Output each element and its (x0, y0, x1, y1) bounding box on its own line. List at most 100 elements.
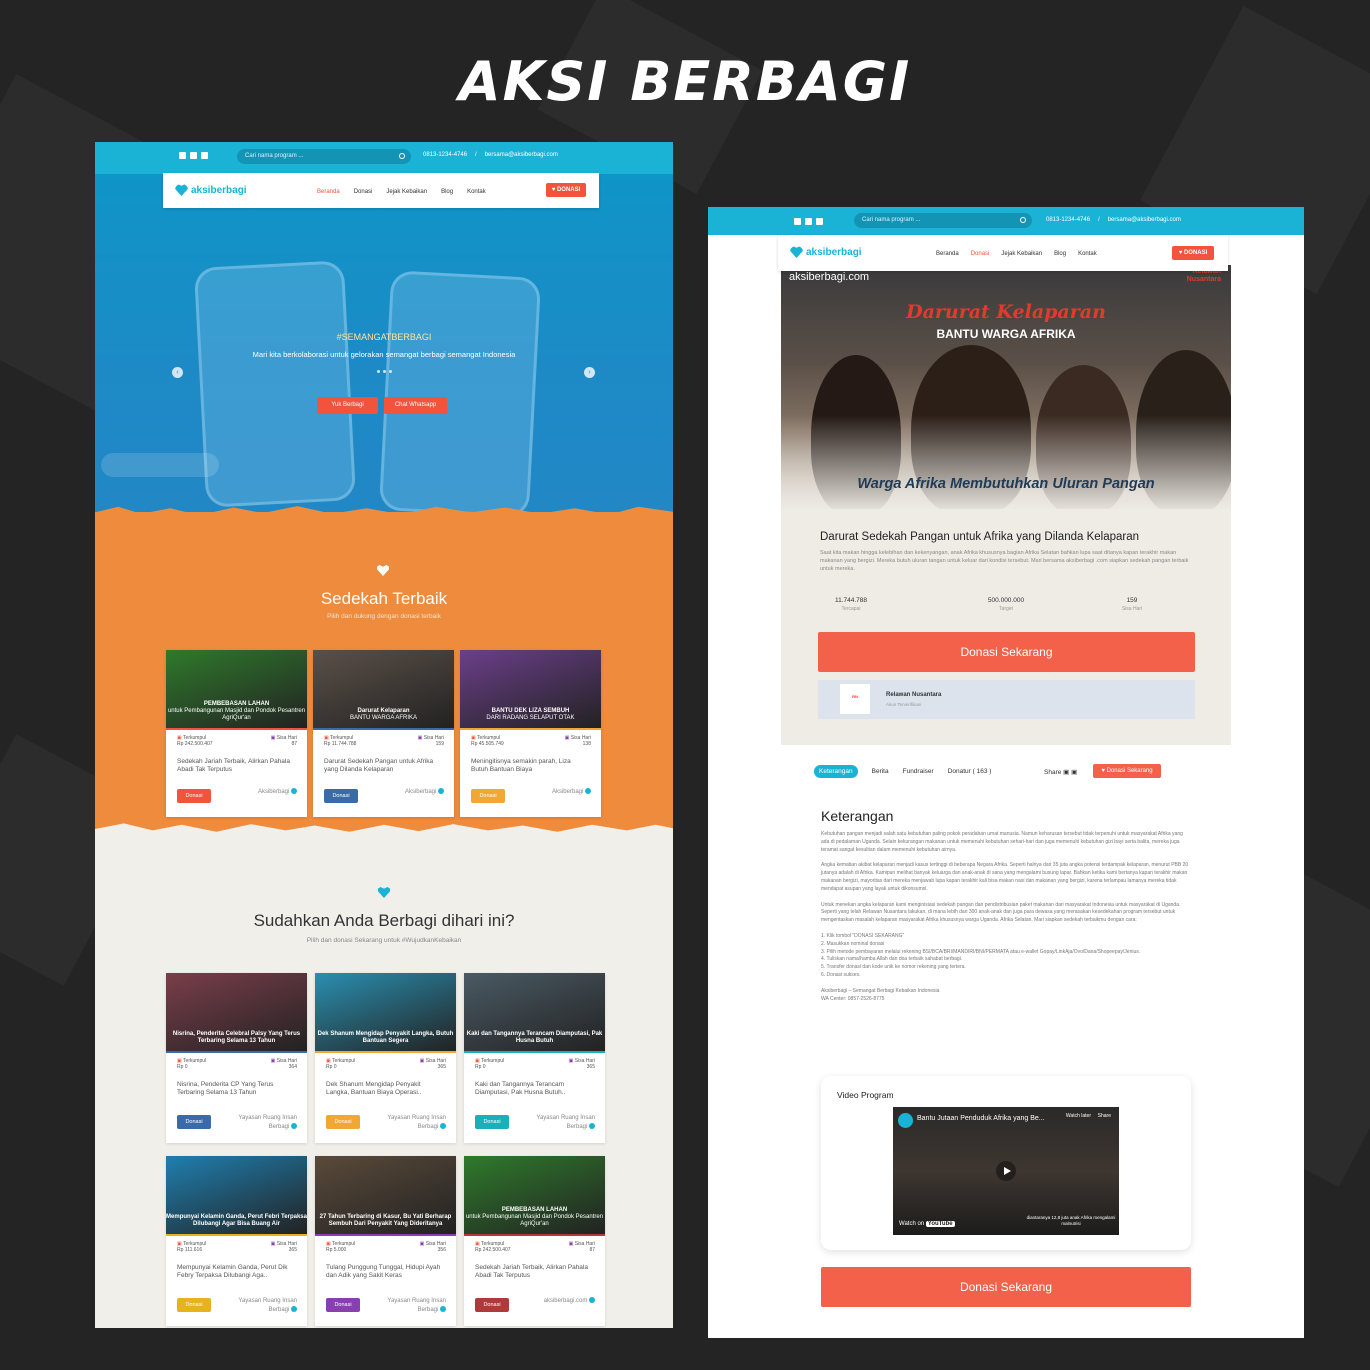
donasi-button[interactable]: ♥ DONASI (1172, 246, 1214, 260)
card-image[interactable]: Dek Shanum Mengidap Penyakit Langka, But… (315, 973, 456, 1051)
hero-subtitle: Mari kita berkolaborasi untuk gelorakan … (252, 350, 516, 359)
card-image-caption: Mempunyai Kelamin Ganda, Perut Febri Ter… (166, 1214, 307, 1227)
card-meta: ▣ Terkumpul Rp 45.505.749 ▣ Sisa Hari 138 (471, 735, 591, 747)
search-icon[interactable] (399, 153, 405, 159)
nav-jejak-kebaikan[interactable]: Jejak Kebaikan (1001, 251, 1042, 257)
search-input[interactable]: Cari nama program ... (237, 149, 411, 164)
youtube-video[interactable]: Bantu Jutaan Penduduk Afrika yang Be... … (893, 1107, 1119, 1235)
whatsapp-icon[interactable] (201, 152, 208, 159)
donation-card[interactable]: Mempunyai Kelamin Ganda, Perut Febri Ter… (166, 1156, 307, 1326)
donasi-card-button[interactable]: Donasi (471, 789, 505, 803)
card-image[interactable]: Darurat Kelaparan BANTU WARGA AFRIKA (313, 650, 454, 728)
card-title[interactable]: Meningitisnya semakin parah, Liza Butuh … (471, 758, 589, 774)
instruction-step: 4. Tuliskan nama/hamba Allah dan doa ter… (821, 956, 963, 963)
detail-page-screenshot: Cari nama program ... 0813-1234-4746/ber… (708, 207, 1304, 1338)
facebook-icon[interactable] (179, 152, 186, 159)
nav-blog[interactable]: Blog (1054, 251, 1066, 257)
facebook-icon[interactable] (794, 218, 801, 225)
card-title[interactable]: Dek Shanum Mengidap Penyakit Langka, Ban… (326, 1081, 444, 1097)
donasi-card-button[interactable]: Donasi (177, 1115, 211, 1129)
card-title[interactable]: Mempunyai Kelamin Ganda, Perut Dik Febry… (177, 1264, 295, 1280)
donasi-card-button[interactable]: Donasi (324, 789, 358, 803)
slider-dots[interactable] (377, 370, 392, 373)
donasi-card-button[interactable]: Donasi (177, 789, 211, 803)
instagram-icon[interactable] (805, 218, 812, 225)
nav-kontak[interactable]: Kontak (1078, 251, 1097, 257)
donation-card[interactable]: 27 Tahun Terbaring di Kasur, Bu Yati Ber… (315, 1156, 456, 1326)
tab-berita[interactable]: Berita (872, 768, 889, 775)
card-image[interactable]: PEMBEBASAN LAHAN untuk Pembangunan Masjid… (464, 1156, 605, 1234)
card-accent-bar (464, 1234, 605, 1236)
next-arrow-icon[interactable]: › (584, 367, 595, 378)
tab-fundraiser[interactable]: Fundraiser (903, 768, 934, 775)
card-meta: ▣ Terkumpul Rp 5.000 ▣ Sisa Hari 356 (326, 1241, 446, 1253)
donasi-sekarang-button[interactable]: Donasi Sekarang (818, 632, 1195, 672)
nav-jejak-kebaikan[interactable]: Jejak Kebaikan (386, 189, 427, 195)
nav-beranda[interactable]: Beranda (936, 251, 959, 257)
email-text: bersama@aksiberbagi.com (484, 152, 558, 158)
donation-card[interactable]: Kaki dan Tangannya Terancam Diamputasi, … (464, 973, 605, 1143)
card-image[interactable]: Mempunyai Kelamin Ganda, Perut Febri Ter… (166, 1156, 307, 1234)
top-bar: Cari nama program ... 0813-1234-4746/ber… (708, 207, 1304, 235)
donasi-button[interactable]: ♥ DONASI (546, 183, 586, 197)
card-title[interactable]: Sedekah Jariah Terbaik, Alirkan Pahala A… (475, 1264, 593, 1280)
card-organizer: Yayasan Ruang Insan Berbagi (238, 1115, 297, 1130)
play-icon[interactable] (996, 1161, 1016, 1181)
prev-arrow-icon[interactable]: ‹ (172, 367, 183, 378)
watch-on-youtube[interactable]: Watch on YouTube (899, 1221, 955, 1227)
organizer-card[interactable]: RN Relawan Nusantara Akun Terverifikasi (818, 680, 1195, 719)
card-image[interactable]: Kaki dan Tangannya Terancam Diamputasi, … (464, 973, 605, 1051)
nav-donasi[interactable]: Donasi (971, 251, 990, 257)
tab-donatur[interactable]: Donatur ( 163 ) (948, 768, 992, 775)
donation-card[interactable]: PEMBEBASAN LAHAN untuk Pembangunan Masjid… (464, 1156, 605, 1326)
main-nav: aksiberbagi Beranda Donasi Jejak Kebaikan B… (163, 173, 599, 208)
site-logo[interactable]: aksiberbagi (175, 184, 247, 196)
nav-beranda[interactable]: Beranda (317, 189, 340, 195)
card-organizer: aksiberbagi.com (525, 1297, 595, 1306)
donasi-card-button[interactable]: Donasi (326, 1298, 360, 1312)
nav-blog[interactable]: Blog (441, 189, 453, 195)
donation-card[interactable]: Nisrina, Penderita Celebral Palsy Yang T… (166, 973, 307, 1143)
donation-card[interactable]: PEMBEBASAN LAHAN untuk Pembangunan Masjid… (166, 650, 307, 817)
organizer-status: Akun Terverifikasi (886, 702, 922, 707)
card-title[interactable]: Nisrina, Penderita CP Yang Terus Terbari… (177, 1081, 295, 1097)
search-input[interactable]: Cari nama program ... (854, 213, 1032, 228)
donation-card[interactable]: BANTU DEK LIZA SEMBUH DARI RADANG SELAPUT… (460, 650, 601, 817)
instagram-icon[interactable] (190, 152, 197, 159)
nav-kontak[interactable]: Kontak (467, 189, 486, 195)
donation-card[interactable]: Darurat Kelaparan BANTU WARGA AFRIKA ▣ Ter… (313, 650, 454, 817)
card-image[interactable]: PEMBEBASAN LAHAN untuk Pembangunan Masjid… (166, 650, 307, 728)
share-icon[interactable]: Share (1098, 1113, 1111, 1119)
section-title: Sudahkan Anda Berbagi dihari ini? (253, 911, 515, 930)
whatsapp-widget[interactable] (101, 453, 219, 477)
card-title[interactable]: Sedekah Jariah Terbaik, Alirkan Pahala A… (177, 758, 295, 774)
homepage-screenshot: #SEMANGATBERBAGI Mari kita berkolaborasi… (95, 142, 673, 1328)
donasi-card-button[interactable]: Donasi (475, 1115, 509, 1129)
search-icon[interactable] (1020, 217, 1026, 223)
watch-later-icon[interactable]: Watch later (1066, 1113, 1091, 1119)
donation-card[interactable]: Dek Shanum Mengidap Penyakit Langka, But… (315, 973, 456, 1143)
card-meta: ▣ Terkumpul Rp 0 ▣ Sisa Hari 365 (475, 1058, 595, 1070)
nav-donasi[interactable]: Donasi (354, 189, 373, 195)
donasi-card-button[interactable]: Donasi (177, 1298, 211, 1312)
card-image[interactable]: 27 Tahun Terbaring di Kasur, Bu Yati Ber… (315, 1156, 456, 1234)
whatsapp-icon[interactable] (816, 218, 823, 225)
card-organizer: Yayasan Ruang Insan Berbagi (387, 1298, 446, 1313)
chat-whatsapp-button[interactable]: Chat Whatsapp (384, 397, 447, 414)
site-logo[interactable]: aksiberbagi (790, 246, 862, 258)
twitter-share-icon[interactable]: ▣ (1071, 769, 1077, 776)
card-title[interactable]: Kaki dan Tangannya Terancam Diamputasi, … (475, 1081, 593, 1097)
card-image-caption: Nisrina, Penderita Celebral Palsy Yang T… (172, 1031, 301, 1044)
yuk-berbagi-button[interactable]: Yuk Berbagi (317, 397, 378, 414)
card-image[interactable]: BANTU DEK LIZA SEMBUH DARI RADANG SELAPUT… (460, 650, 601, 728)
facebook-share-icon[interactable]: ▣ (1063, 769, 1069, 776)
video-heading: Video Program (837, 1090, 894, 1100)
donasi-sekarang-small-button[interactable]: ♥ Donasi Sekarang (1093, 764, 1161, 778)
card-image[interactable]: Nisrina, Penderita Celebral Palsy Yang T… (166, 973, 307, 1051)
card-title[interactable]: Darurat Sedekah Pangan untuk Afrika yang… (324, 758, 442, 774)
donasi-sekarang-bottom-button[interactable]: Donasi Sekarang (821, 1267, 1191, 1307)
tab-keterangan[interactable]: Keterangan (814, 765, 858, 778)
donasi-card-button[interactable]: Donasi (326, 1115, 360, 1129)
card-title[interactable]: Tulang Punggung Tunggal, Hidupi Ayah dan… (326, 1264, 444, 1280)
donasi-card-button[interactable]: Donasi (475, 1298, 509, 1312)
